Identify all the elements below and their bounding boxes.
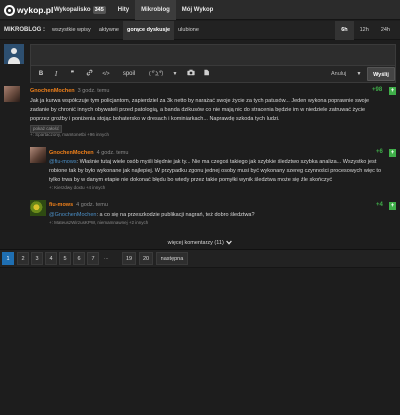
- wykop-logo-icon: [4, 4, 15, 16]
- vote-count: +6: [376, 149, 383, 155]
- main-nav: Wykopalisko 345 Hity Mikroblog Mój Wykop: [48, 0, 219, 20]
- upvote-button[interactable]: +: [389, 87, 396, 95]
- entry-meta: GnochenMochen 3 godz. temu: [30, 88, 109, 94]
- send-button[interactable]: Wyślij: [367, 67, 395, 81]
- tab-24h[interactable]: 24h: [375, 21, 396, 40]
- visibility-chevron-icon[interactable]: ▼: [356, 69, 362, 79]
- bold-button[interactable]: B: [37, 69, 45, 79]
- user-mention[interactable]: @GnochenMochen: [49, 212, 96, 218]
- nav-moj-wykop[interactable]: Mój Wykop: [176, 0, 220, 20]
- tab-6h[interactable]: 6h: [335, 21, 354, 40]
- mikroblog-tabs: wszystkie wpisy aktywne gorące dyskusje …: [48, 21, 203, 40]
- code-button[interactable]: </>: [101, 69, 111, 79]
- author-name[interactable]: fiu-mows: [49, 202, 73, 208]
- page-5[interactable]: 5: [59, 252, 71, 265]
- next-page-button[interactable]: następna: [156, 252, 188, 265]
- upvote-button[interactable]: +: [389, 202, 396, 210]
- comment-body: @GnochenMochen: a co się na przeszkodzie…: [49, 211, 394, 220]
- top-navbar: wykop.pl Wykopalisko 345 Hity Mikroblog M…: [0, 0, 400, 20]
- link-icon: [86, 69, 93, 76]
- tab-12h[interactable]: 12h: [354, 21, 375, 40]
- entry-line: zadanie by chronić innych obywateli prze…: [30, 107, 366, 113]
- cancel-button[interactable]: Anuluj: [331, 69, 346, 79]
- page-4[interactable]: 4: [45, 252, 57, 265]
- author-name[interactable]: GnochenMochen: [30, 88, 75, 94]
- italic-button[interactable]: I: [52, 69, 60, 79]
- tab-gorace-dyskusje[interactable]: gorące dyskusje: [123, 21, 175, 40]
- tab-wszystkie-wpisy[interactable]: wszystkie wpisy: [48, 21, 95, 40]
- entry-time: 3 godz. temu: [77, 88, 110, 94]
- attachment-button[interactable]: [202, 69, 211, 79]
- comment-line: tylko trwa by w danym etapie nie dokonać…: [49, 177, 333, 183]
- entry-line: Jak ja kurwa współczuje tym policjantom,…: [30, 98, 370, 104]
- entry-line: poprzez groźby i poniżenia stojąc bohate…: [30, 116, 280, 122]
- page-7[interactable]: 7: [87, 252, 99, 265]
- vote-count: +98: [372, 87, 383, 93]
- entry-body: Jak ja kurwa współczuje tym policjantom,…: [30, 97, 394, 124]
- comment-time: 4 godz. temu: [96, 150, 129, 156]
- current-user-avatar[interactable]: [4, 44, 24, 64]
- author-name[interactable]: GnochenMochen: [49, 150, 94, 156]
- comment-meta: fiu-mows 4 godz. temu: [49, 202, 108, 208]
- author-avatar[interactable]: [30, 200, 46, 216]
- subnav-label: MIKROBLOG :: [4, 27, 45, 33]
- comment-line: @fiu-mows: Właśnie tutaj wiele osób myśl…: [49, 159, 377, 165]
- pagination: 1 2 3 4 5 6 7 ... 19 20 następna: [0, 250, 400, 267]
- comment-time: 4 godz. temu: [76, 202, 108, 208]
- mikroblog-subnav: MIKROBLOG : wszystkie wpisy aktywne gorą…: [0, 21, 400, 40]
- tab-aktywne[interactable]: aktywne: [95, 21, 123, 40]
- page-2[interactable]: 2: [17, 252, 29, 265]
- page-3[interactable]: 3: [31, 252, 43, 265]
- page-19[interactable]: 19: [122, 252, 136, 265]
- voters-list[interactable]: +: Spartaczony, mamtonetbi +96 innych: [30, 132, 109, 137]
- voters-list[interactable]: +: Kierzdwy doxtu +4 innych: [49, 185, 105, 190]
- tab-ulubione[interactable]: ulubione: [174, 21, 203, 40]
- page-6[interactable]: 6: [73, 252, 85, 265]
- pagination-ellipsis: ...: [104, 255, 109, 261]
- divider: [0, 267, 400, 268]
- wykop-logo[interactable]: wykop.pl: [4, 3, 53, 17]
- voters-list[interactable]: +: MateuszWirzusKPW, niemamnawnej +2 inn…: [49, 220, 148, 225]
- editor-toolbar: B I ❞ </> spoil ( ͡° ͜ʖ ͡°) ▼ Anuluj ▼ W…: [30, 66, 396, 83]
- nav-mikroblog[interactable]: Mikroblog: [135, 0, 176, 20]
- nav-wykopalisko-label: Wykopalisko: [54, 7, 91, 13]
- camera-button[interactable]: [186, 69, 195, 79]
- camera-icon: [186, 69, 195, 76]
- link-button[interactable]: [85, 69, 94, 79]
- spoiler-button[interactable]: spoil: [121, 69, 137, 79]
- user-mention[interactable]: @fiu-mows: [49, 159, 77, 165]
- quote-button[interactable]: ❞: [68, 69, 77, 79]
- nav-hity[interactable]: Hity: [112, 0, 135, 20]
- lenny-button[interactable]: ( ͡° ͜ʖ ͡°): [143, 69, 169, 79]
- avatar-head: [11, 48, 17, 54]
- file-icon: [204, 69, 209, 76]
- upvote-button[interactable]: +: [389, 149, 396, 157]
- next-page-label: następna: [160, 256, 184, 262]
- nav-wykopalisko[interactable]: Wykopalisko 345: [48, 0, 112, 20]
- new-entry-textarea[interactable]: [30, 44, 396, 66]
- time-range-tabs: 6h 12h 24h: [335, 21, 396, 40]
- author-avatar[interactable]: [30, 147, 46, 163]
- nav-wykopalisko-count: 345: [92, 6, 106, 14]
- page-20[interactable]: 20: [139, 252, 153, 265]
- lenny-dropdown-chevron-icon[interactable]: ▼: [172, 69, 178, 79]
- author-avatar[interactable]: [4, 86, 20, 102]
- comment-body: @fiu-mows: Właśnie tutaj wiele osób myśl…: [49, 158, 394, 185]
- vote-count: +4: [376, 202, 383, 208]
- comment-line: robione tak by było wykonane jak najlepi…: [49, 168, 382, 174]
- avatar-torso: [8, 57, 20, 64]
- comment-line: @GnochenMochen: a co się na przeszkodzie…: [49, 212, 255, 218]
- more-comments-label: więcej komentarzy (11): [167, 240, 224, 246]
- chevron-down-icon: [226, 240, 233, 245]
- comment-meta: GnochenMochen 4 godz. temu: [49, 150, 128, 156]
- more-comments-link[interactable]: więcej komentarzy (11): [0, 240, 400, 246]
- page-1[interactable]: 1: [2, 252, 14, 265]
